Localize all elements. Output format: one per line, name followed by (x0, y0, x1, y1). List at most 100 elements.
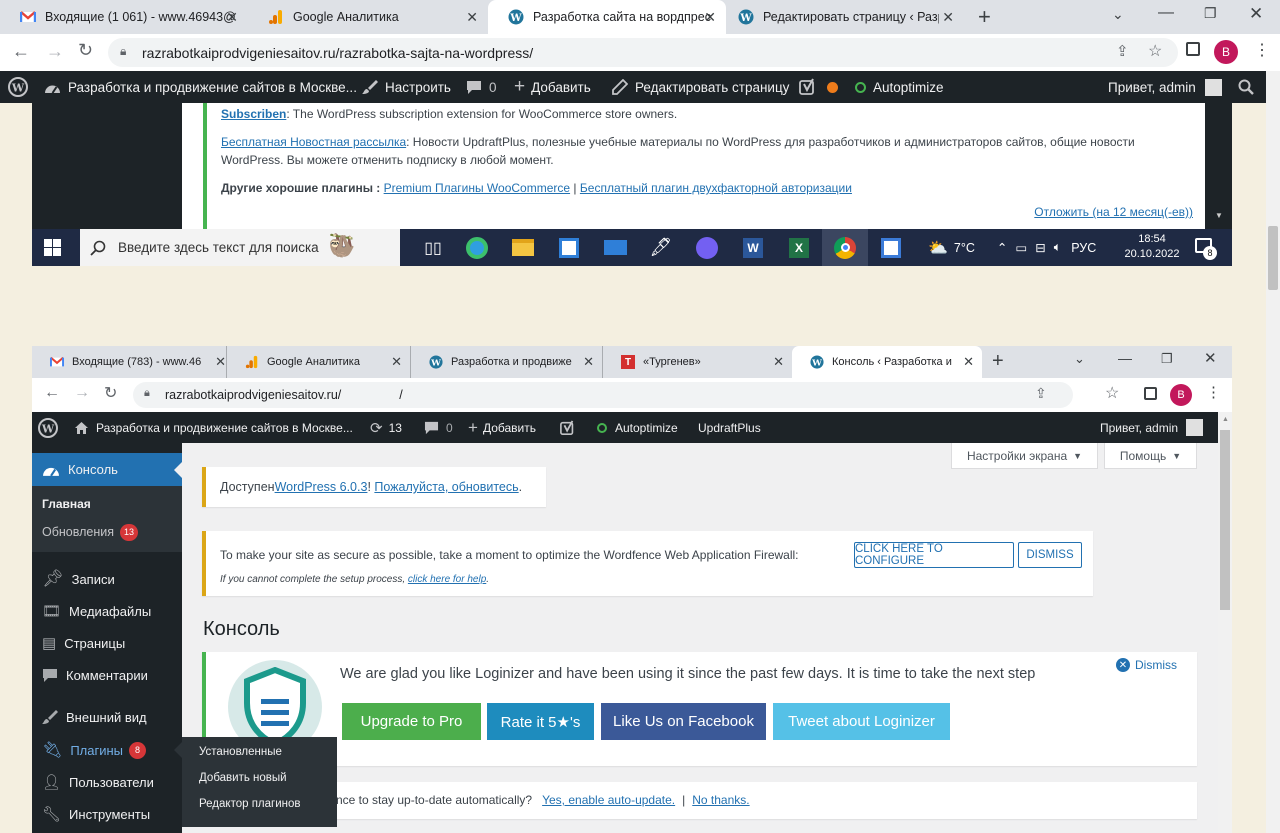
wp-logo-icon[interactable]: W (8, 71, 35, 103)
upgrade-pro-button[interactable]: Upgrade to Pro (342, 703, 481, 740)
woocommerce-plugins-link[interactable]: Premium Плагины WooCommerce (384, 181, 570, 195)
chrome-icon[interactable] (822, 229, 868, 266)
excel-icon[interactable]: X (776, 237, 822, 258)
sidebar-item-users[interactable]: 👤︎ Пользователи (32, 766, 182, 798)
inner-tab-gmail[interactable]: Входящие (783) - www.46 ✕ (32, 346, 226, 378)
inner-tab-dev[interactable]: W Разработка и продвиже ✕ (410, 346, 602, 378)
maximize-button[interactable]: ❐ (1204, 5, 1217, 22)
viber-icon[interactable] (684, 236, 730, 259)
scrollbar-thumb[interactable] (1268, 226, 1278, 290)
profile-avatar[interactable]: B (1214, 40, 1238, 64)
scroll-down-icon[interactable]: ▼ (1215, 211, 1223, 220)
taskbar-search-input[interactable]: Введите здесь текст для поиска 🦥 (80, 229, 400, 266)
store-icon[interactable] (546, 237, 592, 258)
menu-dots-icon[interactable]: ⋮ (1206, 383, 1221, 401)
display-icon[interactable]: ⊟ (1035, 240, 1045, 255)
share-icon[interactable]: ⇪ (1035, 385, 1047, 402)
forward-icon[interactable]: → (46, 41, 64, 62)
sidebar-item-appearance[interactable]: Внешний вид (32, 701, 182, 733)
wp-logo-icon[interactable]: W (38, 412, 65, 443)
mail-icon[interactable] (592, 240, 638, 255)
autoptimize-link[interactable]: Autoptimize (597, 412, 678, 443)
reload-icon[interactable]: ↻ (78, 40, 93, 61)
sidebar-item-tools[interactable]: 🔧︎ Инструменты (32, 798, 182, 830)
add-new-link[interactable]: + Добавить (514, 71, 591, 103)
flyout-item-plugin-editor[interactable]: Редактор плагинов (199, 798, 301, 810)
close-tab-icon[interactable]: ✕ (466, 9, 478, 26)
weather-icon[interactable]: ⛅ (928, 238, 948, 258)
edit-page-link[interactable]: Редактировать страницу (612, 71, 789, 103)
close-tab-icon[interactable]: ✕ (963, 354, 974, 370)
inner-tab-turgenev[interactable]: T «Тургенев» ✕ (602, 346, 792, 378)
sidebar-item-media[interactable]: 🎞︎ Медиафайлы (32, 595, 182, 627)
tweet-button[interactable]: Tweet about Loginizer (773, 703, 950, 740)
close-tab-icon[interactable]: ✕ (704, 9, 716, 26)
back-icon[interactable]: ← (12, 41, 30, 62)
close-tab-icon[interactable]: ✕ (391, 354, 402, 370)
sidebar-item-console[interactable]: Консоль (32, 453, 182, 486)
bookmark-star-icon[interactable]: ☆ (1105, 383, 1119, 403)
editor-icon[interactable]: 🖋︎ (638, 237, 684, 258)
notification-center-icon[interactable]: 8 (1195, 238, 1217, 260)
windows-start-icon[interactable] (44, 239, 61, 259)
minimize-button[interactable]: — (1118, 350, 1132, 366)
loginizer-dismiss-button[interactable]: ✕ Dismiss (1116, 658, 1177, 672)
minimize-button[interactable]: — (1158, 4, 1174, 22)
wordfence-dismiss-button[interactable]: DISMISS (1018, 542, 1082, 568)
reload-icon[interactable]: ↻ (104, 383, 117, 403)
inner-scrollbar[interactable]: ▲ (1218, 412, 1232, 833)
comments-link[interactable]: 0 (424, 412, 453, 443)
language-indicator[interactable]: РУС (1071, 241, 1096, 255)
search-icon[interactable] (1238, 71, 1261, 103)
sidebar-item-comments[interactable]: Комментарии (32, 659, 182, 691)
updraftplus-link[interactable]: UpdraftPlus (698, 412, 761, 443)
my-account-link[interactable]: Привет, admin (1100, 412, 1204, 443)
sidebar-sub-updates[interactable]: Обновления 13 (32, 519, 182, 545)
inner-tab-analytics[interactable]: Google Аналитика ✕ (226, 346, 410, 378)
flyout-item-installed[interactable]: Установленные (199, 746, 282, 758)
file-explorer-icon[interactable] (500, 239, 546, 256)
tray-chevron-icon[interactable]: ⌃ (997, 240, 1007, 255)
back-icon[interactable]: ← (44, 384, 60, 402)
profile-avatar[interactable]: B (1170, 384, 1192, 406)
sidebar-item-posts[interactable]: 📌︎ Записи (32, 563, 182, 595)
scroll-up-icon[interactable]: ▲ (1222, 416, 1229, 423)
outer-tab-edit-page[interactable]: W Редактировать страницу ‹ Разра ✕ (718, 0, 964, 34)
close-tab-icon[interactable]: ✕ (583, 354, 594, 370)
site-name-link[interactable]: Разработка и продвижение сайтов в Москве… (74, 412, 353, 443)
add-new-link[interactable]: + Добавить (468, 412, 536, 443)
outer-tab-analytics[interactable]: Google Аналитика ✕ (248, 0, 488, 34)
outer-tab-gmail[interactable]: Входящие (1 061) - www.46943@ ✕ (0, 0, 248, 34)
task-view-icon[interactable]: ▯▯ (412, 238, 454, 258)
two-factor-link[interactable]: Бесплатный плагин двухфакторной авториза… (580, 181, 852, 195)
network-icon[interactable]: ▭ (1015, 240, 1027, 255)
screen-options-button[interactable]: Настройки экрана ▼ (951, 443, 1098, 469)
no-thanks-link[interactable]: No thanks. (692, 793, 749, 807)
updates-link[interactable]: ⟳ 13 (370, 412, 402, 443)
side-panel-icon[interactable] (1186, 42, 1200, 56)
flyout-item-add-new[interactable]: Добавить новый (199, 772, 287, 784)
autoptimize-link[interactable]: Autoptimize (855, 71, 944, 103)
yoast-icon[interactable] (560, 412, 583, 443)
outer-tab-active[interactable]: W Разработка сайта на вордпресс ✕ (488, 0, 726, 34)
sidebar-item-pages[interactable]: ▤ Страницы (32, 627, 182, 659)
configure-firewall-button[interactable]: CLICK HERE TO CONFIGURE (854, 542, 1014, 568)
subscriben-link[interactable]: Subscriben (221, 107, 286, 121)
sidebar-sub-home[interactable]: Главная (32, 491, 182, 517)
tab-search-icon[interactable]: ⌄ (1112, 6, 1124, 23)
close-tab-icon[interactable]: ✕ (773, 354, 784, 370)
maximize-button[interactable]: ❐ (1161, 351, 1173, 367)
close-tab-icon[interactable]: ✕ (942, 9, 954, 26)
word-icon[interactable]: W (730, 237, 776, 258)
share-icon[interactable]: ⇪ (1116, 42, 1129, 60)
site-name-link[interactable]: Разработка и продвижение сайтов в Москве… (44, 71, 357, 103)
sidebar-item-plugins[interactable]: 🔌︎ Плагины 8 (32, 734, 182, 766)
help-button[interactable]: Помощь ▼ (1104, 443, 1197, 469)
close-window-button[interactable]: ✕ (1204, 349, 1217, 367)
customize-link[interactable]: Настроить (362, 71, 451, 103)
my-account-link[interactable]: Привет, admin (1108, 71, 1222, 103)
bookmark-star-icon[interactable]: ☆ (1148, 41, 1162, 61)
postpone-link[interactable]: Отложить (на 12 месяц(-ев)) (1034, 205, 1193, 219)
forward-icon[interactable]: → (74, 384, 90, 402)
like-facebook-button[interactable]: Like Us on Facebook (601, 703, 766, 740)
